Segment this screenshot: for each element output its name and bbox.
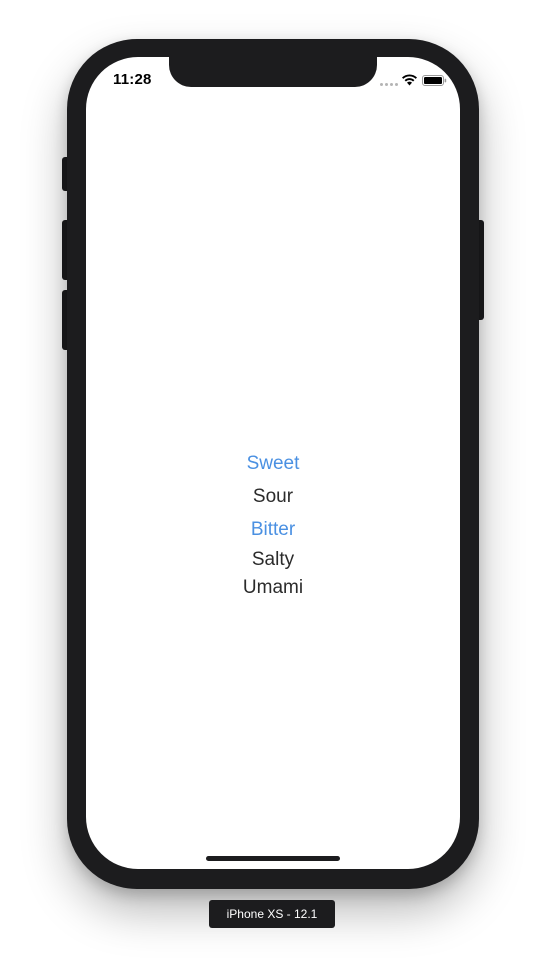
simulator-stage: 11:28 Sweet Sour Bitter Salty Umami iPho… — [0, 0, 545, 964]
signal-dots-icon — [380, 83, 398, 86]
status-time: 11:28 — [113, 71, 152, 88]
taste-sour-label: Sour — [252, 486, 294, 507]
taste-umami-label: Umami — [242, 577, 304, 598]
notch — [169, 57, 377, 87]
device-screen: 11:28 Sweet Sour Bitter Salty Umami — [86, 57, 460, 869]
taste-salty-label: Salty — [251, 549, 295, 570]
taste-bitter-link[interactable]: Bitter — [86, 520, 460, 540]
wifi-icon — [402, 74, 417, 86]
simulator-device-label: iPhone XS - 12.1 — [209, 900, 335, 928]
home-indicator[interactable] — [206, 856, 340, 861]
taste-sweet-link[interactable]: Sweet — [86, 454, 460, 474]
battery-icon — [422, 75, 447, 86]
